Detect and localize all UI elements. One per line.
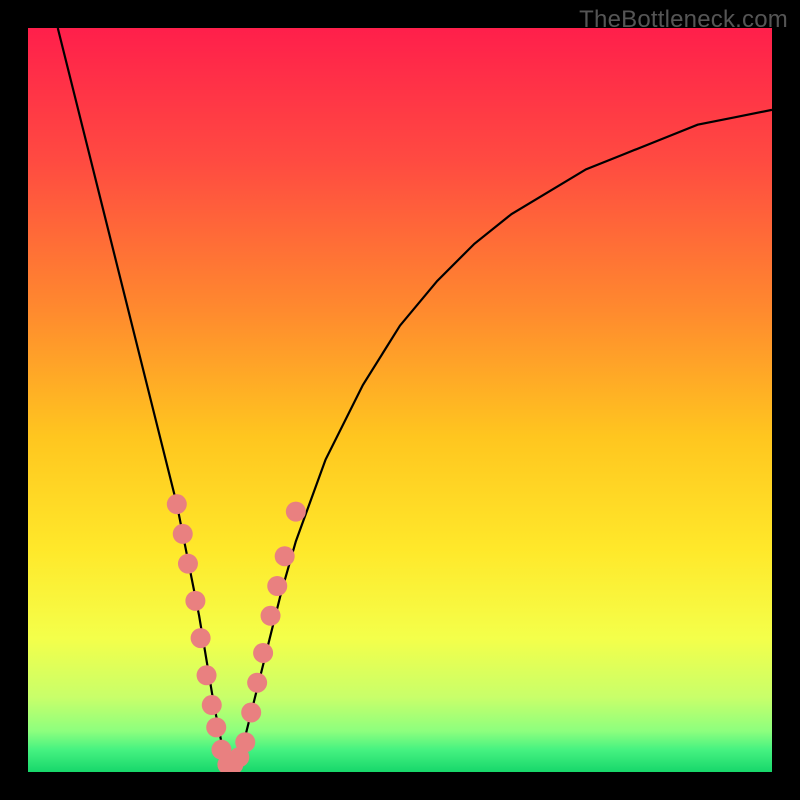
curve-marker — [206, 717, 226, 737]
bottleneck-curve — [58, 28, 772, 765]
curve-layer — [28, 28, 772, 772]
curve-marker — [267, 576, 287, 596]
curve-marker — [202, 695, 222, 715]
watermark-text: TheBottleneck.com — [579, 6, 788, 34]
curve-marker — [185, 591, 205, 611]
curve-marker — [178, 554, 198, 574]
curve-marker — [167, 494, 187, 514]
curve-marker — [197, 665, 217, 685]
curve-marker — [286, 502, 306, 522]
curve-marker — [173, 524, 193, 544]
curve-marker — [191, 628, 211, 648]
chart-frame: TheBottleneck.com — [0, 0, 800, 800]
curve-marker — [275, 546, 295, 566]
plot-area — [28, 28, 772, 772]
curve-markers — [167, 494, 306, 772]
curve-marker — [261, 606, 281, 626]
curve-marker — [241, 702, 261, 722]
curve-marker — [235, 732, 255, 752]
curve-marker — [247, 673, 267, 693]
curve-marker — [253, 643, 273, 663]
